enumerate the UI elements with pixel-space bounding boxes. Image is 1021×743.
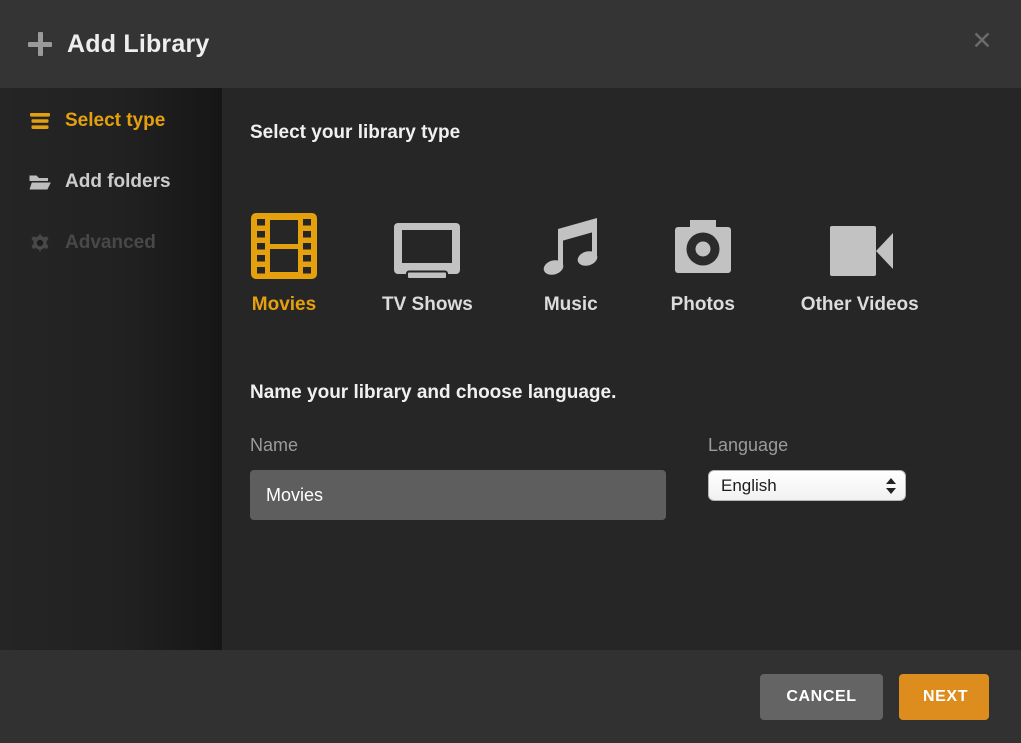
library-type-music[interactable]: Music [537,212,605,318]
plus-icon [28,32,52,56]
library-type-label: Photos [669,292,737,318]
sidebar-item-advanced: Advanced [0,212,222,273]
tv-monitor-icon [382,212,473,280]
library-type-label: Other Videos [801,292,919,318]
sidebar-item-label: Advanced [65,232,156,254]
sidebar-item-label: Add folders [65,171,171,193]
wizard-step-panel: Select your library type [222,88,1021,650]
sidebar-item-label: Select type [65,110,165,132]
video-camera-icon [801,212,919,280]
library-type-other-videos[interactable]: Other Videos [801,212,919,318]
language-select-wrap: English [708,470,906,501]
library-type-photos[interactable]: Photos [669,212,737,318]
library-type-label: Music [537,292,605,318]
sidebar-item-select-type[interactable]: Select type [0,90,222,151]
sidebar-item-add-folders[interactable]: Add folders [0,151,222,212]
dialog-header: Add Library ✕ [0,0,1021,88]
library-name-input[interactable] [250,470,666,520]
select-type-heading: Select your library type [250,120,1021,146]
wizard-steps-sidebar: Select type Add folders [0,88,222,650]
library-type-tv-shows[interactable]: TV Shows [382,212,473,318]
list-icon [28,109,52,133]
dialog-footer: CANCEL NEXT [0,650,1021,743]
library-type-label: TV Shows [382,292,473,318]
name-language-heading: Name your library and choose language. [250,380,1021,406]
name-language-row: Name Language English [250,432,1021,520]
library-type-movies[interactable]: Movies [250,212,318,318]
film-strip-icon [250,212,318,280]
name-field-label: Name [250,432,666,458]
cancel-button[interactable]: CANCEL [760,674,883,720]
camera-icon [669,212,737,280]
dialog-title: Add Library [67,30,210,59]
music-note-icon [537,212,605,280]
folder-icon [28,170,52,194]
gear-icon [28,231,52,255]
language-select[interactable]: English [708,470,906,501]
library-type-row: Movies TV Shows [250,212,1021,318]
close-icon[interactable]: ✕ [967,26,997,56]
language-field-label: Language [708,432,906,458]
add-library-dialog: Add Library ✕ Select type [0,0,1021,743]
next-button[interactable]: NEXT [899,674,989,720]
library-type-label: Movies [250,292,318,318]
